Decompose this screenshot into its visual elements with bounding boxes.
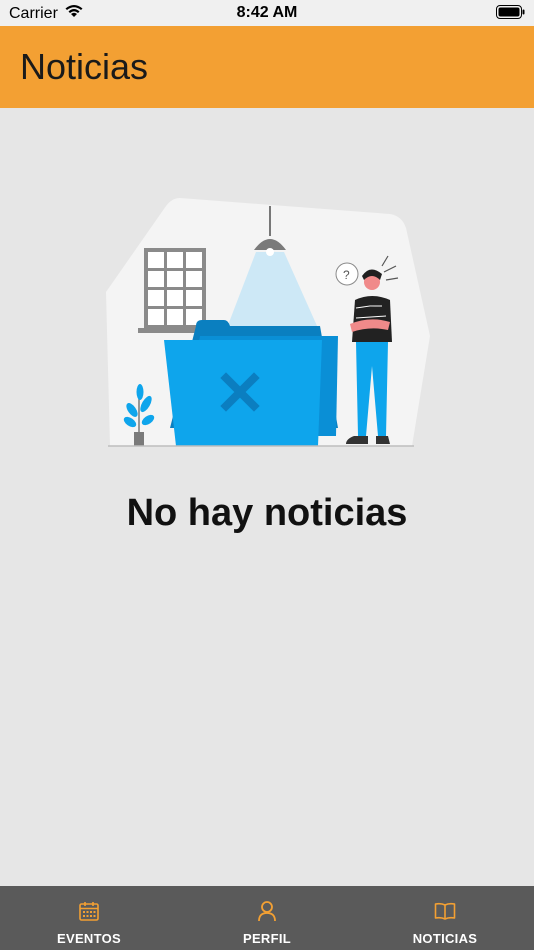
- tab-perfil[interactable]: PERFIL: [178, 886, 356, 950]
- battery-icon: [496, 5, 526, 24]
- tab-label-perfil: PERFIL: [242, 931, 292, 946]
- page-title: Noticias: [20, 46, 149, 87]
- header: Noticias: [0, 26, 534, 108]
- status-bar: Carrier 8:42 AM: [0, 0, 534, 26]
- tab-label-eventos: EVENTOS: [57, 931, 121, 946]
- calendar-icon: [78, 900, 100, 922]
- svg-text:?: ?: [343, 268, 350, 282]
- empty-state-message: No hay noticias: [126, 492, 408, 534]
- tab-label-noticias: NOTICIAS: [412, 931, 478, 946]
- tab-noticias[interactable]: NOTICIAS: [356, 886, 534, 950]
- empty-folder-illustration: ?: [106, 198, 430, 447]
- tab-eventos[interactable]: EVENTOS: [0, 886, 178, 950]
- status-time: 8:42 AM: [236, 4, 298, 21]
- main-content: ? No hay noticias: [0, 108, 534, 886]
- tab-bar: EVENTOS PERFIL NOTICIAS: [0, 886, 534, 950]
- book-icon: [434, 900, 456, 922]
- person-icon: [256, 900, 278, 922]
- screen: Carrier 8:42 AM Noticias ? No hay notici…: [0, 0, 534, 950]
